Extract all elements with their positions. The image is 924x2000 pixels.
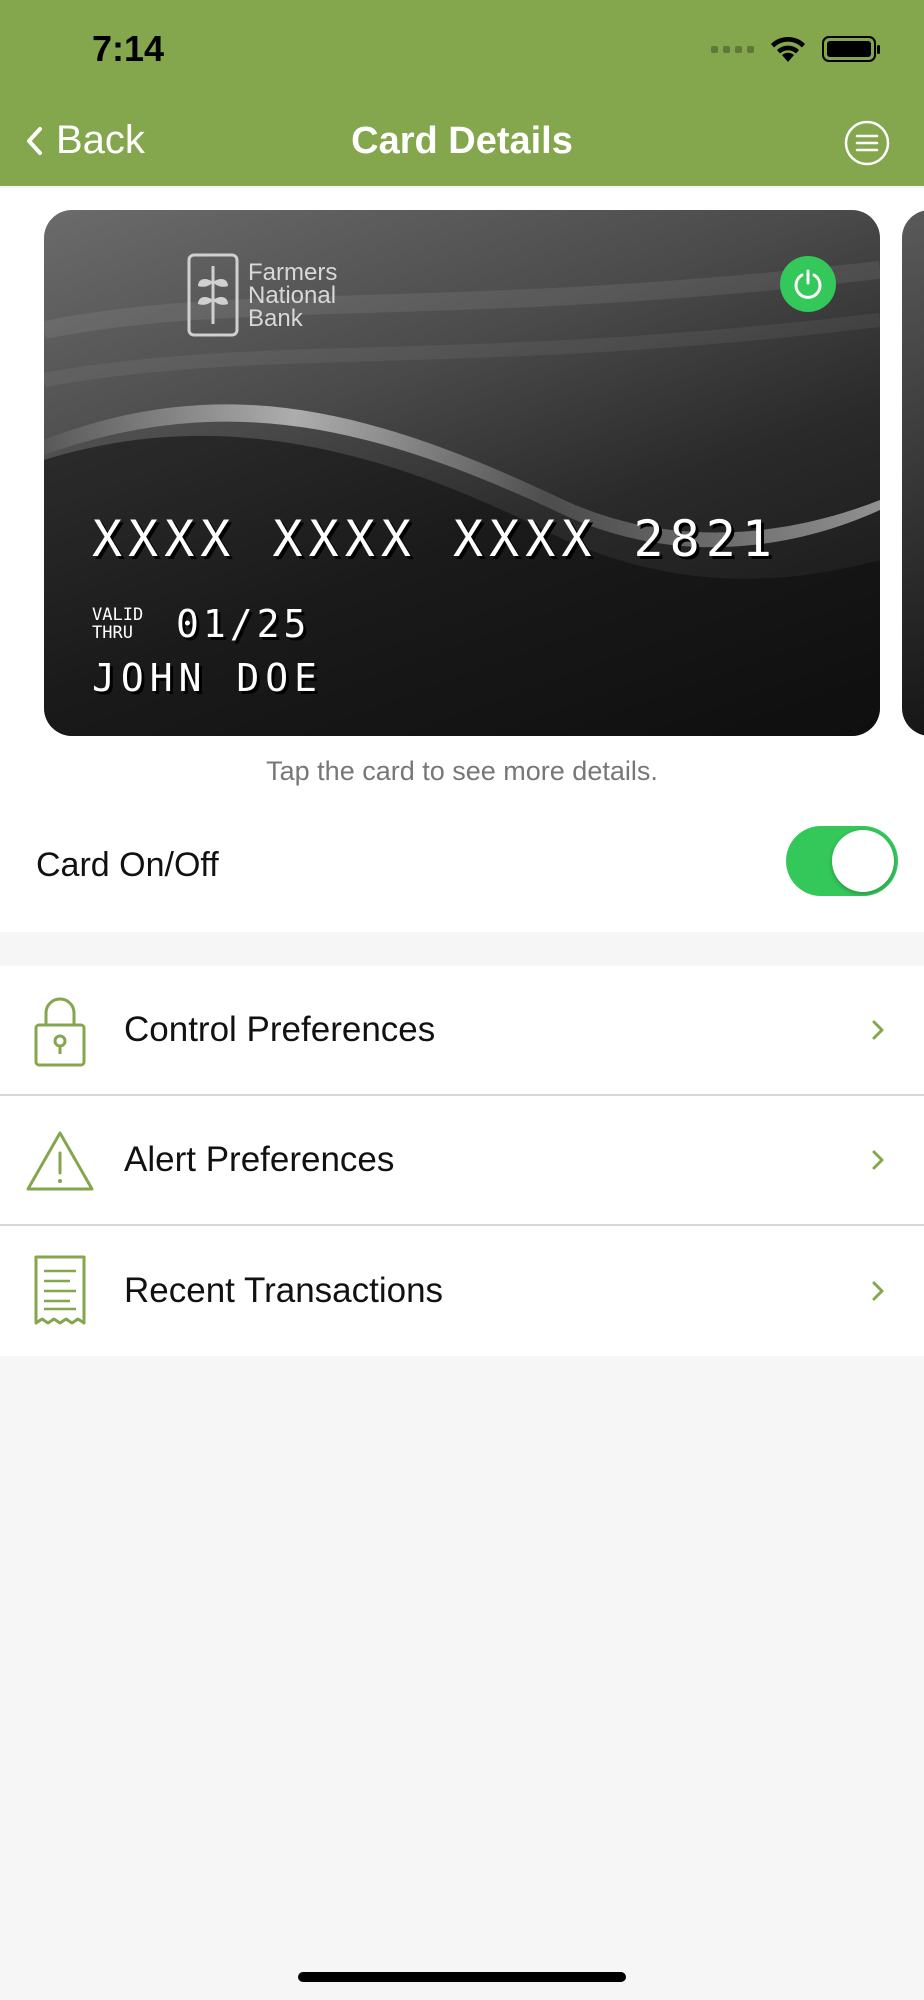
receipt-icon — [34, 1255, 86, 1325]
card-hint: Tap the card to see more details. — [266, 756, 658, 786]
card-holder-name: JOHN DOE — [92, 656, 324, 700]
home-indicator — [298, 1972, 626, 1982]
debit-card[interactable]: Farmers National Bank XXXX XXXX XXXX 282… — [44, 210, 880, 736]
card-validity: VALID THRU 01/25 — [92, 602, 310, 646]
bank-logo: Farmers National Bank — [186, 252, 358, 338]
status-time: 7:14 — [92, 28, 165, 69]
card-options-list: Control Preferences Alert Preferences Re… — [0, 966, 924, 1356]
card-toggle-label: Card On/Off — [36, 846, 219, 884]
list-item-label: Recent Transactions — [124, 1271, 444, 1310]
card-power-button[interactable] — [780, 256, 836, 312]
cellular-signal-icon — [711, 45, 754, 53]
bank-name-line: Farmers — [248, 258, 338, 286]
chevron-right-icon — [872, 1020, 884, 1040]
valid-label-line: VALID — [92, 605, 144, 625]
menu-icon[interactable] — [844, 120, 890, 166]
list-item-label: Control Preferences — [124, 1010, 436, 1049]
list-item-label: Alert Preferences — [124, 1140, 395, 1179]
warning-icon — [26, 1131, 94, 1191]
next-card-peek[interactable] — [902, 210, 924, 736]
page-title: Card Details — [351, 120, 573, 162]
app-header: 7:14 Back Card Details — [0, 0, 924, 186]
status-icons — [711, 34, 880, 64]
bank-name-line: National — [248, 281, 337, 309]
card-section: Farmers National Bank XXXX XXXX XXXX 282… — [0, 188, 924, 932]
list-item-recent-transactions[interactable]: Recent Transactions — [0, 1226, 924, 1356]
power-icon — [794, 269, 822, 299]
battery-icon — [822, 36, 880, 62]
lock-icon — [34, 997, 86, 1067]
wifi-icon — [771, 36, 805, 62]
valid-thru-label: VALID THRU — [92, 606, 158, 642]
switch-knob — [832, 830, 894, 892]
card-number: XXXX XXXX XXXX 2821 — [92, 510, 778, 568]
list-item-control-preferences[interactable]: Control Preferences — [0, 966, 924, 1096]
bank-name: Farmers National Bank — [248, 258, 358, 332]
card-on-off-switch[interactable] — [786, 826, 898, 896]
chevron-right-icon — [872, 1150, 884, 1170]
valid-label-line: THRU — [92, 623, 133, 643]
bank-name-line: Bank — [248, 304, 303, 332]
leaf-logo-icon — [187, 253, 239, 337]
chevron-right-icon — [872, 1281, 884, 1301]
list-item-alert-preferences[interactable]: Alert Preferences — [0, 1096, 924, 1226]
card-expiry: 01/25 — [176, 602, 311, 646]
